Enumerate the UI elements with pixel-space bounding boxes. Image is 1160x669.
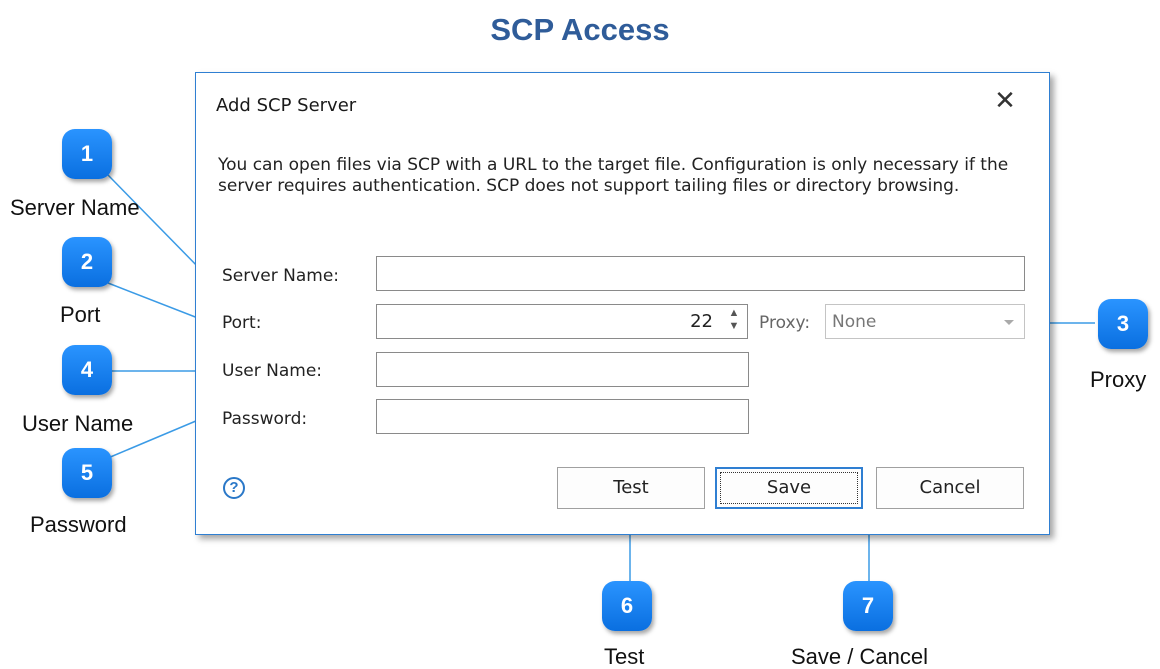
callout-label-port: Port — [60, 302, 101, 327]
focus-rect — [720, 472, 858, 504]
callout-badge-3: 3 — [1098, 299, 1148, 349]
callout-label-proxy: Proxy — [1090, 367, 1147, 392]
server-name-label: Server Name: — [222, 266, 340, 286]
proxy-label: Proxy: — [759, 313, 811, 333]
port-stepper[interactable]: 22 ▲ ▼ — [376, 304, 748, 339]
user-name-input[interactable] — [376, 352, 749, 387]
password-label: Password: — [222, 409, 308, 429]
chevron-down-icon — [1004, 320, 1014, 325]
port-value: 22 — [690, 311, 713, 332]
save-button[interactable]: Save — [715, 467, 863, 509]
callout-label-save-cancel: Save / Cancel — [791, 644, 928, 669]
user-name-label: User Name: — [222, 361, 323, 381]
proxy-select[interactable]: None — [825, 304, 1025, 339]
dialog-description: You can open files via SCP with a URL to… — [218, 155, 1009, 196]
callout-badge-4: 4 — [62, 345, 112, 395]
callout-label-test: Test — [604, 644, 645, 669]
help-icon[interactable]: ? — [223, 477, 245, 499]
close-icon[interactable]: ✕ — [991, 87, 1019, 115]
callout-label-user-name: User Name — [22, 411, 134, 436]
add-scp-server-dialog: Add SCP Server ✕ You can open files via … — [195, 72, 1050, 535]
callout-badge-2: 2 — [62, 237, 112, 287]
proxy-value: None — [832, 312, 877, 332]
callout-badge-7: 7 — [843, 581, 893, 631]
server-name-input[interactable] — [376, 256, 1025, 291]
callout-badge-6: 6 — [602, 581, 652, 631]
callout-badge-1: 1 — [62, 129, 112, 179]
password-input[interactable] — [376, 399, 749, 434]
dialog-title: Add SCP Server — [216, 95, 357, 116]
page-title: SCP Access — [490, 12, 670, 47]
callout-label-password: Password — [30, 512, 127, 537]
callout-badge-5: 5 — [62, 448, 112, 498]
port-label: Port: — [222, 313, 262, 333]
callout-label-server-name: Server Name — [10, 195, 140, 220]
cancel-button[interactable]: Cancel — [876, 467, 1024, 509]
spin-arrows-icon[interactable]: ▲ ▼ — [727, 307, 741, 336]
test-button[interactable]: Test — [557, 467, 705, 509]
